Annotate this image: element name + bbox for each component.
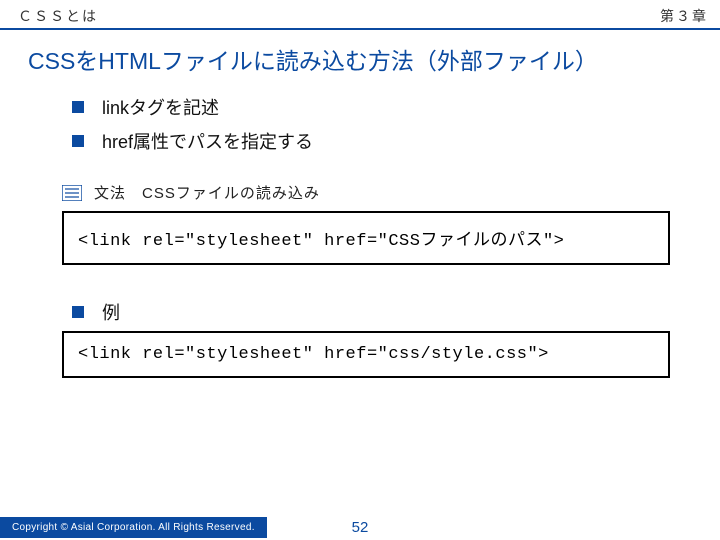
page-number: 52 <box>352 519 369 536</box>
slide-header: ＣＳＳとは 第３章 <box>0 0 720 30</box>
bullet-item: linkタグを記述 <box>72 94 670 120</box>
copyright: Copyright © Asial Corporation. All Right… <box>0 517 267 538</box>
square-bullet-icon <box>72 135 84 147</box>
square-bullet-icon <box>72 101 84 113</box>
bullet-text: linkタグを記述 <box>102 94 219 120</box>
chapter-label: 第３章 <box>660 6 708 26</box>
bullet-item: 例 <box>72 299 670 325</box>
slide-footer: Copyright © Asial Corporation. All Right… <box>0 514 720 540</box>
slide-content: linkタグを記述 href属性でパスを指定する 文法 CSSファイルの読み込み… <box>0 82 720 378</box>
syntax-code-box: <link rel="stylesheet" href="CSSファイルのパス"… <box>62 211 670 265</box>
slide-title: CSSをHTMLファイルに読み込む方法（外部ファイル） <box>0 30 720 82</box>
square-bullet-icon <box>72 306 84 318</box>
bullet-text: href属性でパスを指定する <box>102 128 313 154</box>
list-icon <box>62 185 82 201</box>
example-code-box: <link rel="stylesheet" href="css/style.c… <box>62 331 670 378</box>
syntax-heading: 文法 CSSファイルの読み込み <box>62 182 670 203</box>
breadcrumb: ＣＳＳとは <box>18 6 98 26</box>
syntax-label: 文法 CSSファイルの読み込み <box>94 182 320 203</box>
bullet-item: href属性でパスを指定する <box>72 128 670 154</box>
example-label: 例 <box>102 299 120 325</box>
